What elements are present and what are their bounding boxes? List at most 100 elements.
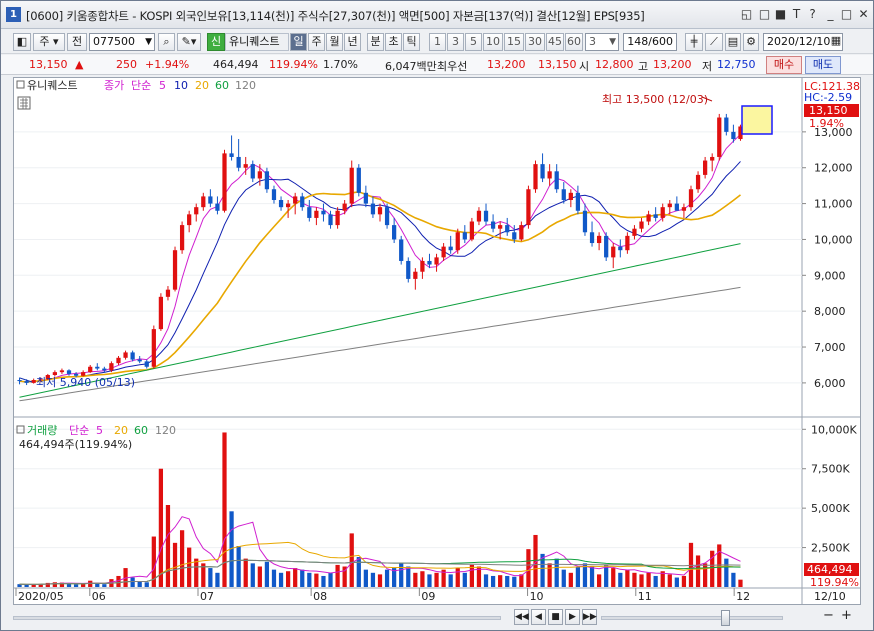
candle-settings-icon[interactable]: ╪ xyxy=(685,33,703,51)
chart-canvas[interactable]: 13,00012,00011,00010,0009,0008,0007,0006… xyxy=(14,78,860,604)
volume-bar xyxy=(208,568,213,587)
volume-tick-label: 5,000K xyxy=(811,502,850,515)
volume-bar xyxy=(328,572,333,587)
mode-button[interactable]: 전 xyxy=(67,33,87,51)
x-tick-label: 12 xyxy=(736,590,750,603)
period-tick[interactable]: 틱 xyxy=(403,33,420,51)
candle-body xyxy=(314,210,319,218)
volume-grid: 10,000K 7,500K 5,000K 2,500K xyxy=(14,423,857,555)
close-button[interactable]: ✕ xyxy=(856,7,871,22)
last-change-label: 1.94% xyxy=(809,117,844,130)
period-month[interactable]: 월 xyxy=(326,33,343,51)
text-icon[interactable]: T xyxy=(789,7,804,22)
chevron-down-icon[interactable]: ▼ xyxy=(609,34,616,50)
candle-body xyxy=(533,164,538,190)
minimize-button[interactable]: _ xyxy=(823,7,838,22)
maximize-button[interactable]: □ xyxy=(839,7,854,22)
interval-30[interactable]: 30 xyxy=(525,33,545,51)
volume-bar xyxy=(483,574,489,587)
best-quote-label: 최우선 xyxy=(437,60,468,73)
toolbar: ◧ 주 ▾ 전 077500 ▼ ⌕ ✎▾ 신 유니퀘스트 일 주 월 년 분 초… xyxy=(1,30,873,54)
nav-last-button[interactable]: ▶▶ xyxy=(582,609,597,625)
candle-body xyxy=(363,192,368,204)
high-label: 고 xyxy=(638,60,649,73)
interval-10[interactable]: 10 xyxy=(483,33,503,51)
interval-5[interactable]: 5 xyxy=(465,33,482,51)
new-badge: 신 xyxy=(207,33,225,51)
volume-bar xyxy=(66,584,72,587)
nav-prev-button[interactable]: ◀ xyxy=(531,609,546,625)
price-tick-label: 11,000 xyxy=(814,198,853,211)
sell-button[interactable]: 매도 xyxy=(805,56,841,74)
zoom-slider-handle[interactable] xyxy=(721,610,730,626)
volume-bar xyxy=(314,573,319,587)
period-minute[interactable]: 분 xyxy=(367,33,384,51)
volume-bar xyxy=(462,572,467,587)
fill-icon[interactable]: ■ xyxy=(773,7,788,22)
buy-button[interactable]: 매수 xyxy=(766,56,802,74)
candle-body xyxy=(646,214,651,222)
candle-body xyxy=(116,357,121,364)
chevron-down-icon[interactable]: ▼ xyxy=(145,34,152,50)
bottom-bar: ◀◀ ◀ ■ ▶ ▶▶ − + xyxy=(1,606,873,630)
calendar-icon[interactable]: ▦ xyxy=(829,33,843,51)
candle-body xyxy=(328,214,333,226)
interval-select-value: 3 xyxy=(589,35,596,48)
interval-45[interactable]: 45 xyxy=(546,33,564,51)
link-window-icon[interactable]: ◱ xyxy=(739,7,754,22)
zoom-out-button[interactable]: − xyxy=(821,609,836,625)
layout-icon[interactable]: ◧ xyxy=(13,33,31,51)
x-tick-label: 06 xyxy=(92,590,106,603)
candle-body xyxy=(441,246,446,258)
volume-bar xyxy=(703,563,708,587)
interval-select[interactable]: 3 ▼ xyxy=(585,33,619,51)
bar-count-input[interactable]: 148/600 xyxy=(623,33,677,51)
selected-region-marker[interactable] xyxy=(741,105,773,135)
volume-legend-ma: 단순 xyxy=(69,424,89,437)
period-week[interactable]: 주 xyxy=(308,33,325,51)
interval-3[interactable]: 3 xyxy=(447,33,464,51)
period-second[interactable]: 초 xyxy=(385,33,402,51)
x-tick-label: 08 xyxy=(313,590,327,603)
volume-bar xyxy=(596,574,602,587)
candle-body xyxy=(589,232,595,244)
trendline-icon[interactable]: ⟋ xyxy=(705,33,723,51)
help-icon[interactable]: ? xyxy=(805,7,820,22)
zoom-in-button[interactable]: + xyxy=(839,609,854,625)
stock-code-input[interactable]: 077500 ▼ xyxy=(89,33,155,51)
interval-60[interactable]: 60 xyxy=(565,33,583,51)
ma-legend-120: 120 xyxy=(235,79,256,92)
candle-body xyxy=(165,289,171,297)
period-day[interactable]: 일 xyxy=(290,33,307,51)
window-number-badge[interactable]: 1 xyxy=(6,7,21,22)
interval-15[interactable]: 15 xyxy=(504,33,524,51)
interval-1[interactable]: 1 xyxy=(429,33,446,51)
nav-stop-button[interactable]: ■ xyxy=(548,609,563,625)
volume-bar xyxy=(455,568,460,587)
restore-icon[interactable]: □ xyxy=(757,7,772,22)
volume-bar xyxy=(335,564,340,587)
volume-bar xyxy=(427,574,432,587)
zoom-track[interactable] xyxy=(601,616,783,620)
volume-bar xyxy=(179,530,185,587)
price-tick-label: 8,000 xyxy=(814,305,846,318)
volume-bar xyxy=(519,574,524,587)
chart-area[interactable]: 13,000 12,000 11,000 10,000 9,000 8,000 7,000 6… xyxy=(13,77,861,605)
edit-icon[interactable]: ✎▾ xyxy=(177,33,201,51)
period-year[interactable]: 년 xyxy=(344,33,361,51)
gear-icon[interactable]: ⚙ xyxy=(743,33,759,51)
period-main-select[interactable]: 주 ▾ xyxy=(33,33,65,51)
price-tick-label: 12,000 xyxy=(814,162,853,175)
candle-body xyxy=(420,260,425,272)
candle-body xyxy=(356,167,361,193)
candle-body xyxy=(201,196,206,208)
scroll-track[interactable] xyxy=(13,616,501,620)
save-icon[interactable]: ▤ xyxy=(725,33,741,51)
nav-next-button[interactable]: ▶ xyxy=(565,609,580,625)
candle-body xyxy=(384,207,390,226)
quote-row: 13,150 ▲ 250 +1.94% 464,494 119.94% 1.70… xyxy=(1,55,873,75)
search-icon[interactable]: ⌕ xyxy=(158,33,175,51)
candle-body xyxy=(158,296,164,330)
price-tick-label: 6,000 xyxy=(814,377,846,390)
nav-first-button[interactable]: ◀◀ xyxy=(514,609,529,625)
